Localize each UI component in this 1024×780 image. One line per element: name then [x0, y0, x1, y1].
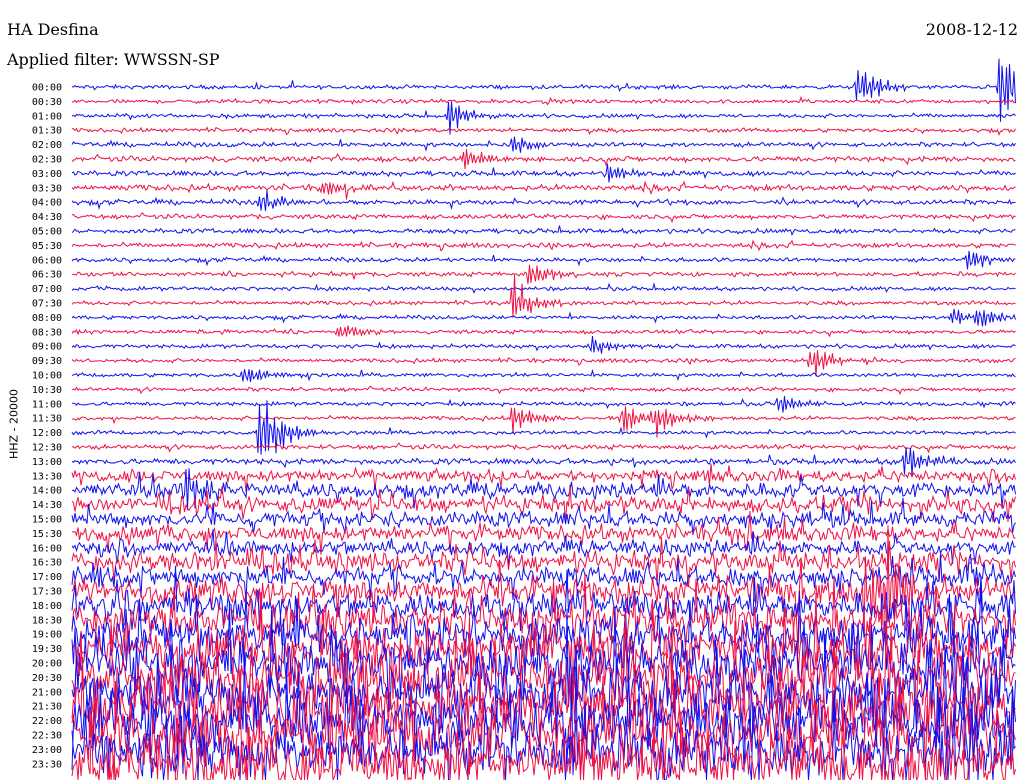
row-label: 08:00 — [32, 313, 62, 324]
row-label: 05:00 — [32, 227, 62, 238]
trace-group — [71, 58, 1016, 780]
row-label: 15:30 — [32, 529, 62, 540]
trace-row-0830 — [71, 325, 1016, 338]
row-label: 07:00 — [32, 284, 62, 295]
row-label: 15:00 — [32, 515, 62, 526]
trace-row-0630 — [71, 264, 1016, 285]
row-label: 23:00 — [32, 745, 62, 756]
row-label: 09:00 — [32, 342, 62, 353]
row-label: 09:30 — [32, 356, 62, 367]
trace-row-1300 — [71, 447, 1016, 476]
row-label: 04:30 — [32, 212, 62, 223]
trace-row-0300 — [71, 163, 1016, 183]
row-label: 02:00 — [32, 140, 62, 151]
row-label: 19:30 — [32, 644, 62, 655]
row-label: 10:00 — [32, 371, 62, 382]
trace-row-0930 — [71, 350, 1016, 377]
row-label: 10:30 — [32, 385, 62, 396]
row-label: 19:00 — [32, 630, 62, 641]
row-label: 01:30 — [32, 126, 62, 137]
row-label: 20:00 — [32, 659, 62, 670]
trace-row-0900 — [71, 335, 1016, 354]
row-label: 12:00 — [32, 428, 62, 439]
row-label: 22:00 — [32, 716, 62, 727]
row-label: 14:30 — [32, 500, 62, 511]
row-label: 13:30 — [32, 471, 62, 482]
row-label: 13:00 — [32, 457, 62, 468]
row-label: 03:00 — [32, 169, 62, 180]
row-label: 20:30 — [32, 673, 62, 684]
row-label: 16:30 — [32, 558, 62, 569]
row-label: 14:00 — [32, 486, 62, 497]
row-label: 21:30 — [32, 702, 62, 713]
trace-row-0430 — [71, 212, 1016, 224]
trace-row-0700 — [71, 282, 1016, 294]
row-label: 11:00 — [32, 399, 62, 410]
trace-row-0500 — [71, 225, 1016, 237]
row-label: 17:00 — [32, 572, 62, 583]
row-label: 00:00 — [32, 83, 62, 94]
trace-row-0530 — [71, 239, 1016, 252]
trace-row-0200 — [71, 136, 1016, 153]
trace-row-0730 — [71, 274, 1016, 318]
row-label: 08:30 — [32, 327, 62, 338]
row-label: 03:30 — [32, 183, 62, 194]
row-label: 16:00 — [32, 543, 62, 554]
trace-row-1030 — [71, 385, 1016, 395]
row-label: 02:30 — [32, 155, 62, 166]
row-label: 06:30 — [32, 270, 62, 281]
row-label: 05:30 — [32, 241, 62, 252]
row-label: 00:30 — [32, 97, 62, 108]
row-label: 17:30 — [32, 587, 62, 598]
helicorder-plot: 00:00 00:30 01:00 01:30 02:00 02:30 03:00 03:30… — [32, 58, 1016, 780]
trace-row-0600 — [71, 250, 1016, 270]
row-label-group: 00:00 00:30 01:00 01:30 02:00 02:30 03:00 03:30… — [32, 83, 62, 771]
trace-row-0130 — [71, 126, 1016, 137]
row-label: 07:30 — [32, 299, 62, 310]
trace-row-0030 — [72, 95, 1016, 106]
trace-row-0800 — [71, 308, 1016, 327]
row-label: 18:00 — [32, 601, 62, 612]
trace-row-1130 — [71, 406, 1016, 438]
trace-row-1100 — [72, 395, 1016, 413]
trace-row-1230 — [71, 442, 1016, 454]
trace-row-0000 — [71, 58, 1016, 122]
row-label: 11:30 — [32, 414, 62, 425]
row-label: 18:30 — [32, 615, 62, 626]
trace-row-1000 — [71, 368, 1016, 383]
row-label: 22:30 — [32, 731, 62, 742]
trace-row-0230 — [71, 149, 1016, 170]
row-label: 04:00 — [32, 198, 62, 209]
row-label: 21:00 — [32, 687, 62, 698]
row-label: 06:00 — [32, 255, 62, 266]
row-label: 12:30 — [32, 443, 62, 454]
trace-row-0330 — [71, 180, 1016, 200]
trace-row-0400 — [71, 189, 1016, 212]
row-label: 01:00 — [32, 111, 62, 122]
row-label: 23:30 — [32, 759, 62, 770]
